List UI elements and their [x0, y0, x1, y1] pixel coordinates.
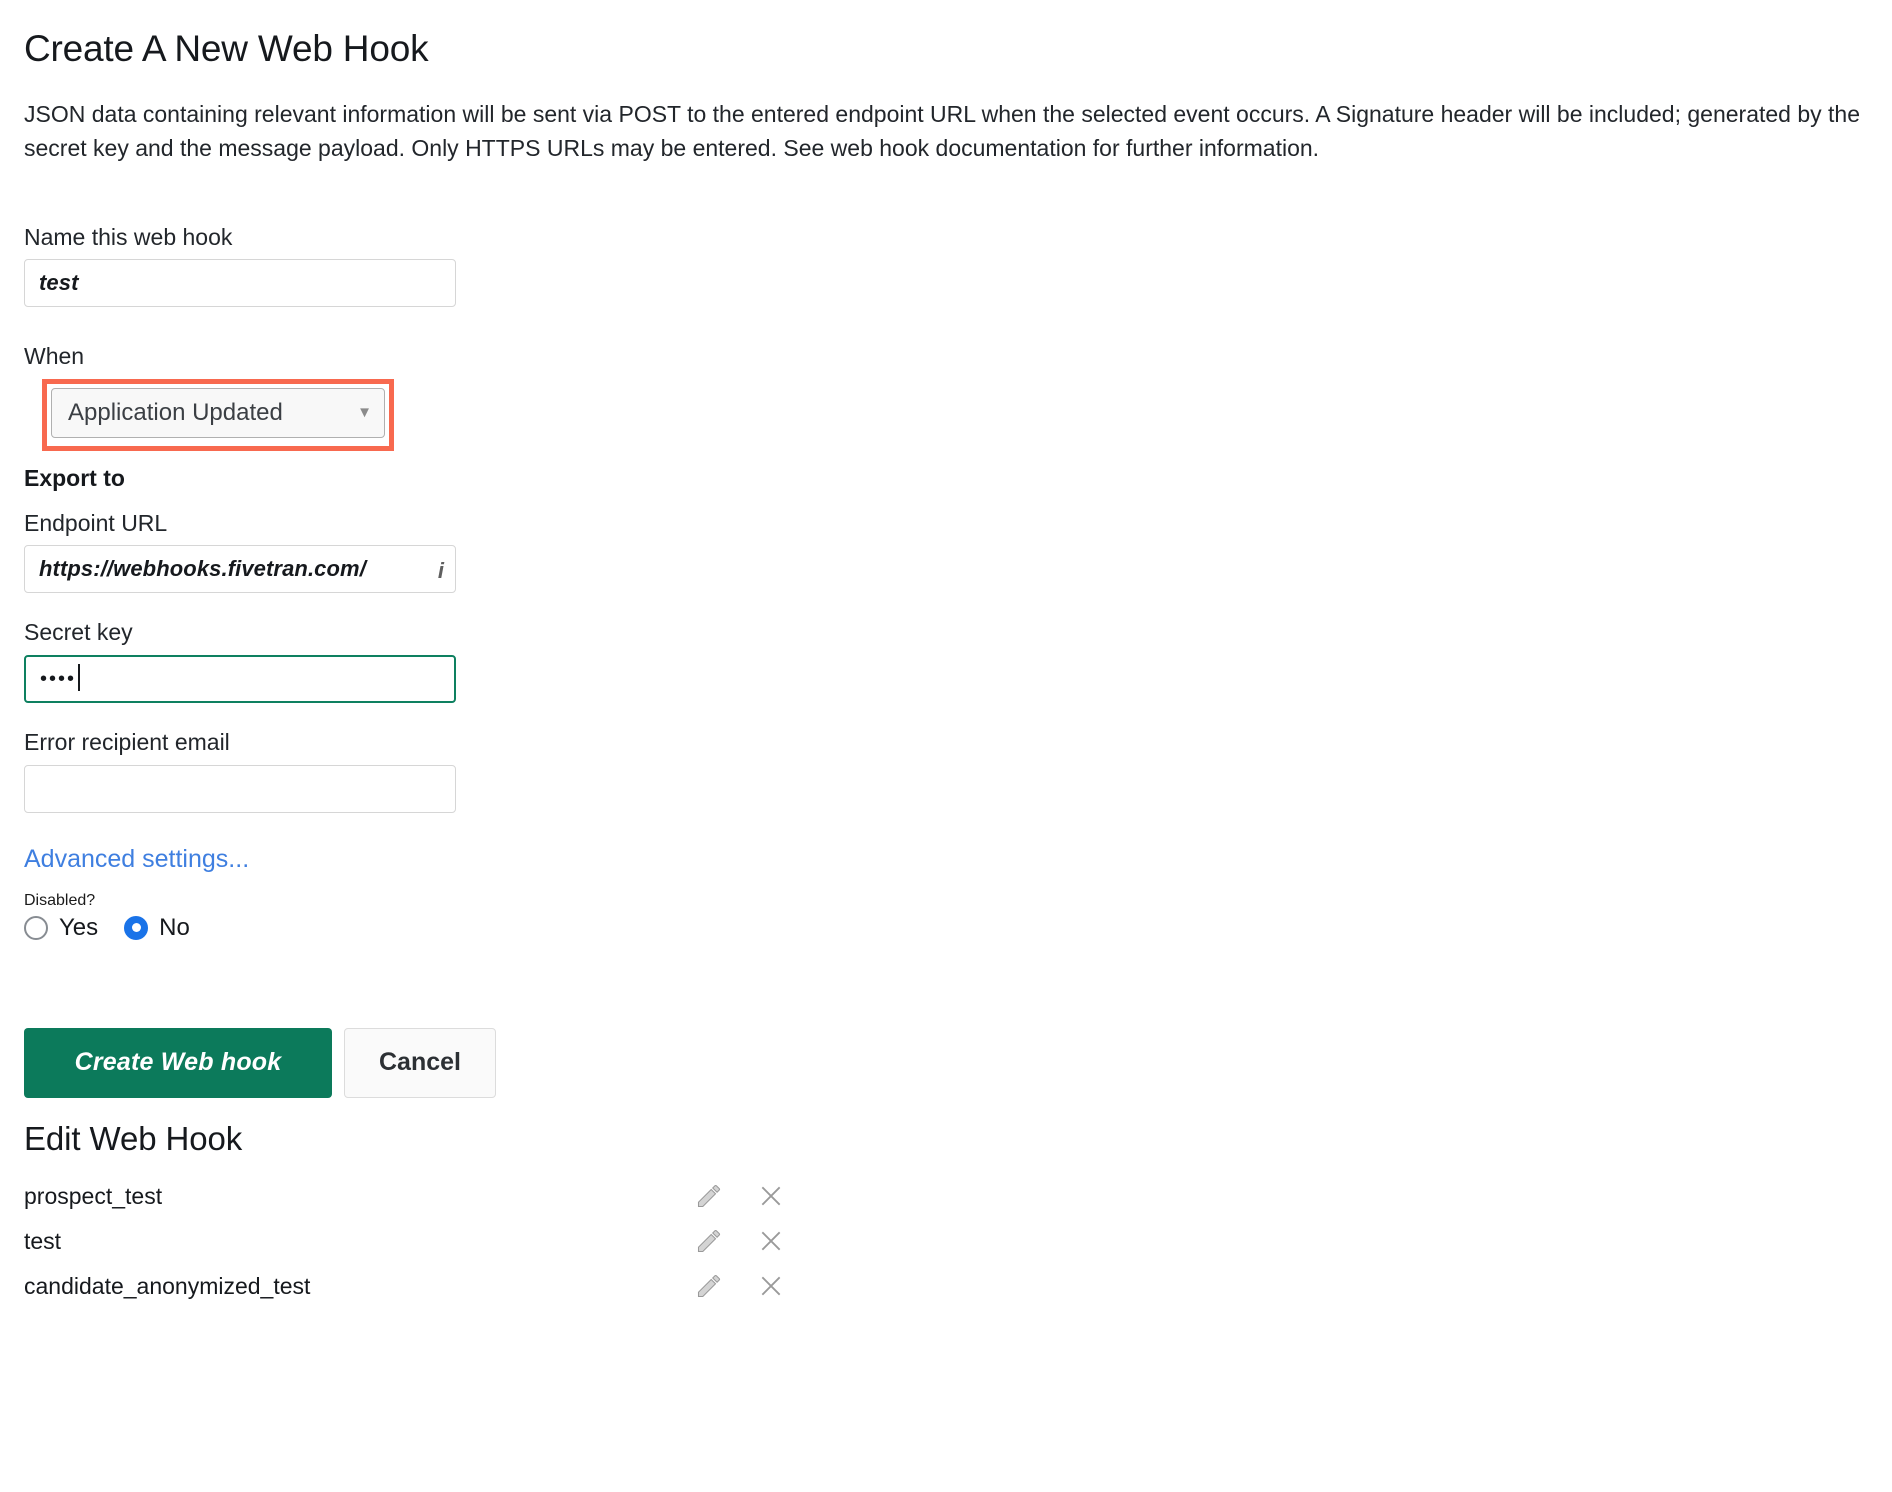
when-select[interactable]: Application Updated ▼: [51, 387, 385, 438]
radio-label-no: No: [159, 913, 190, 941]
cancel-button[interactable]: Cancel: [344, 1027, 496, 1098]
webhook-name: prospect_test: [24, 1182, 163, 1209]
close-x-icon[interactable]: [756, 1271, 786, 1301]
list-item: prospect_test: [24, 1174, 804, 1219]
radio-option-yes[interactable]: Yes: [24, 914, 98, 942]
name-field-block: Name this web hook test: [24, 224, 1868, 308]
radio-option-no[interactable]: No: [124, 914, 190, 942]
list-item: test: [24, 1219, 804, 1264]
secret-key-field-label: Secret key: [24, 619, 133, 646]
list-item: candidate_anonymized_test: [24, 1264, 804, 1309]
text-caret: [78, 664, 81, 692]
pencil-icon[interactable]: [694, 1181, 724, 1211]
form-actions: Create Web hook Cancel: [24, 1027, 1868, 1098]
edit-webhook-title: Edit Web Hook: [24, 1119, 243, 1157]
advanced-settings-link[interactable]: Advanced settings...: [24, 845, 249, 874]
row-actions: [694, 1181, 804, 1211]
endpoint-field-block: Endpoint URL https://webhooks.fivetran.c…: [24, 510, 1868, 594]
webhook-name: candidate_anonymized_test: [24, 1272, 311, 1299]
close-x-icon[interactable]: [756, 1226, 786, 1256]
row-actions: [694, 1271, 804, 1301]
error-email-field-block: Error recipient email: [24, 729, 1868, 813]
chevron-down-icon: ▼: [357, 404, 372, 422]
endpoint-input-value: https://webhooks.fivetran.com/: [39, 556, 366, 582]
disabled-group-label: Disabled?: [24, 891, 96, 909]
name-field-label: Name this web hook: [24, 223, 233, 250]
secret-key-field-block: Secret key ••••: [24, 619, 1868, 703]
webhook-list: prospect_test test candidate_anonymized_…: [24, 1174, 804, 1309]
page-title: Create A New Web Hook: [24, 28, 429, 69]
secret-key-input[interactable]: ••••: [24, 654, 456, 703]
radio-circle-yes[interactable]: [24, 915, 48, 940]
disabled-radio-group: Yes No: [24, 914, 1868, 942]
error-email-input[interactable]: [24, 764, 456, 813]
create-webhook-button[interactable]: Create Web hook: [24, 1027, 332, 1098]
export-to-label: Export to: [24, 464, 125, 491]
endpoint-input[interactable]: https://webhooks.fivetran.com/ i: [24, 545, 456, 594]
page-description: JSON data containing relevant informatio…: [24, 100, 1861, 162]
when-field-label: When: [24, 343, 85, 370]
close-x-icon[interactable]: [756, 1181, 786, 1211]
webhook-name: test: [24, 1227, 62, 1254]
pencil-icon[interactable]: [694, 1271, 724, 1301]
endpoint-input-overflow: i: [437, 558, 444, 584]
row-actions: [694, 1226, 804, 1256]
name-input-value: test: [39, 270, 79, 296]
radio-circle-no[interactable]: [124, 915, 149, 940]
when-select-value: Application Updated: [68, 398, 283, 426]
endpoint-field-label: Endpoint URL: [24, 509, 168, 536]
secret-key-masked-value: ••••: [40, 667, 77, 690]
when-highlight-annotation: Application Updated ▼: [42, 378, 394, 451]
name-input[interactable]: test: [24, 259, 456, 308]
webhook-settings-page: Create A New Web Hook JSON data containi…: [0, 0, 1892, 1492]
pencil-icon[interactable]: [694, 1226, 724, 1256]
error-email-field-label: Error recipient email: [24, 728, 230, 755]
when-field-block: When Application Updated ▼: [24, 343, 1868, 451]
radio-label-yes: Yes: [59, 913, 99, 941]
